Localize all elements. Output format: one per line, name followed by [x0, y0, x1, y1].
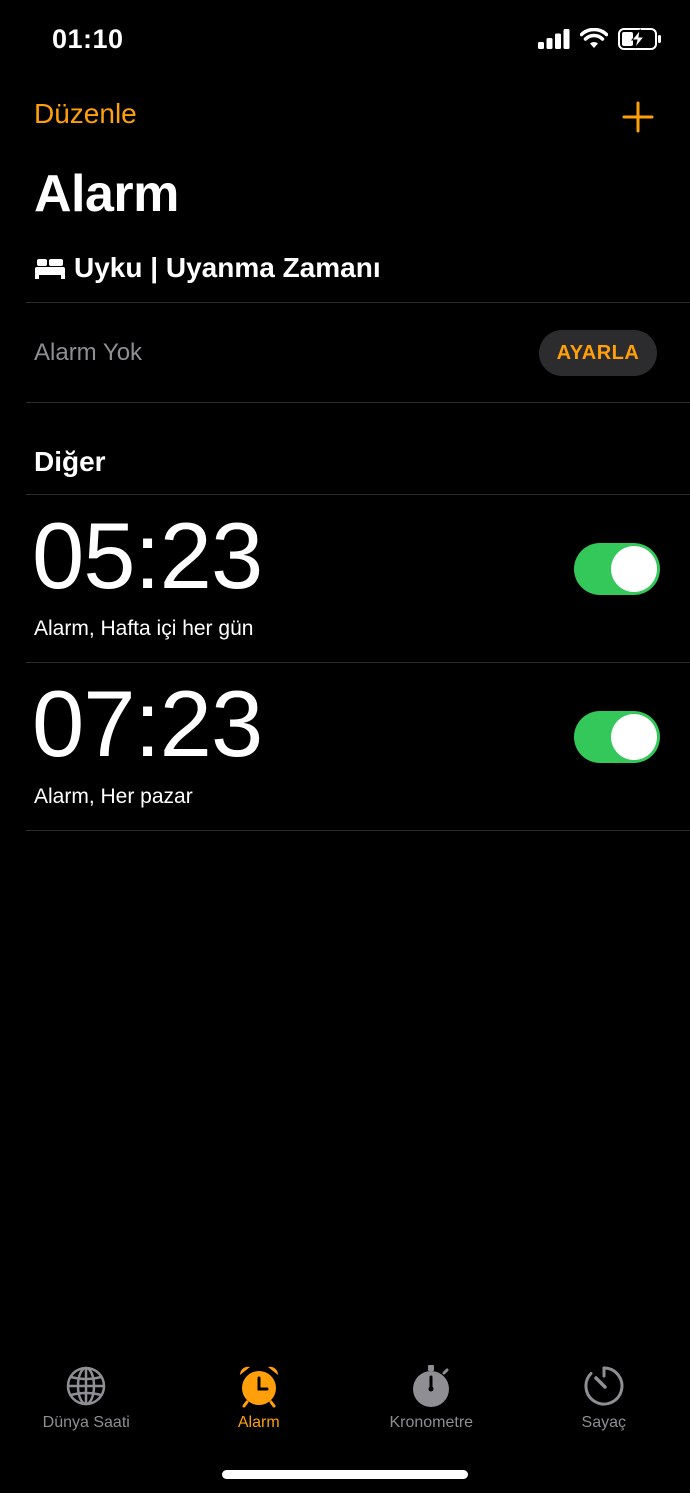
alarm-label: Alarm, Her pazar: [34, 785, 193, 808]
wifi-icon: [580, 28, 608, 48]
tab-label: Sayaç: [581, 1414, 626, 1431]
tab-label: Dünya Saati: [42, 1414, 130, 1431]
alarm-time: 07:23: [32, 671, 263, 776]
add-alarm-button[interactable]: [622, 98, 654, 136]
stopwatch-icon: [413, 1365, 450, 1407]
alarm-toggle[interactable]: [574, 711, 660, 763]
tab-world-clock[interactable]: Dünya Saati: [0, 1356, 173, 1456]
bed-icon: [35, 259, 65, 279]
battery-charging-icon: [618, 28, 661, 50]
tab-alarm[interactable]: Alarm: [173, 1356, 346, 1456]
tab-timer[interactable]: Sayaç: [518, 1356, 690, 1456]
alarm-row[interactable]: 07:23 Alarm, Her pazar: [0, 663, 690, 831]
plus-icon: [622, 101, 654, 133]
status-icons: [538, 28, 662, 50]
divider: [26, 402, 690, 403]
timer-icon: [584, 1366, 624, 1406]
other-section-title: Diğer: [34, 446, 106, 477]
alarm-toggle[interactable]: [574, 543, 660, 595]
home-indicator[interactable]: [222, 1470, 468, 1479]
status-time: 01:10: [52, 24, 124, 54]
tab-bar: Dünya Saati Alarm Kronometre Sayaç: [0, 1356, 690, 1456]
toggle-knob: [611, 546, 657, 592]
sleep-section-title: Uyku | Uyanma Zamanı: [74, 252, 381, 283]
alarm-time: 05:23: [32, 503, 263, 608]
globe-icon: [67, 1366, 106, 1406]
alarm-row[interactable]: 05:23 Alarm, Hafta içi her gün: [0, 495, 690, 663]
signal-icon: [538, 29, 570, 49]
status-bar: 01:10: [0, 0, 690, 84]
tab-stopwatch[interactable]: Kronometre: [345, 1356, 518, 1456]
edit-button[interactable]: Düzenle: [34, 98, 137, 130]
toggle-knob: [611, 714, 657, 760]
divider: [26, 302, 690, 303]
tab-label: Alarm: [237, 1414, 280, 1431]
alarm-label: Alarm, Hafta içi her gün: [34, 617, 254, 640]
sleep-alarm-status: Alarm Yok: [34, 339, 143, 366]
alarm-clock-icon: [239, 1366, 278, 1408]
divider: [26, 830, 690, 831]
sleep-section-header: Uyku | Uyanma Zamanı: [34, 252, 381, 284]
set-sleep-alarm-button[interactable]: AYARLA: [539, 330, 657, 376]
tab-label: Kronometre: [389, 1414, 474, 1431]
page-title: Alarm: [34, 165, 179, 223]
